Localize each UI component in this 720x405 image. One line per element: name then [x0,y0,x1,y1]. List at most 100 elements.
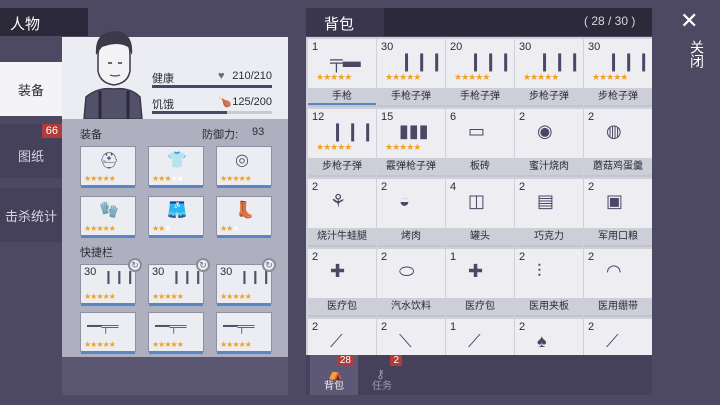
rating-stars: ★★★★★ [523,72,559,82]
defense-label: 防御力: [202,129,239,141]
hunger-bar [152,111,272,114]
inventory-grid: 1 ╤▬ ★★★★★ 手枪 30 ❙❙❙ ★★★★★ 手枪子弹 20 ❙❙❙ ★★★★★ 手枪子弹 30… [306,37,652,355]
refresh-icon[interactable]: ↻ [128,258,142,272]
inventory-title-tab: 背包 [306,8,384,36]
bullets-icon: ❙❙❙ [171,269,204,284]
inventory-slot[interactable]: 2 ◒ 烤肉 [377,179,445,247]
item-quantity: 1 [312,41,319,53]
bandage-icon: ◠ [606,261,622,281]
item-name: 手枪子弹 [446,88,514,105]
inventory-slot[interactable]: 1 ✚ 医疗包 [446,249,514,317]
rating-stars: ★★★★★ [84,292,116,301]
bullets-icon: ❙❙❙ [103,269,136,284]
inventory-slot[interactable]: 2 ◠ 医用绷带 [584,249,652,317]
inventory-slot[interactable]: 4 ◫ 罐头 [446,179,514,247]
equip-slot-legs[interactable]: 🩳 ★★★ [148,196,204,238]
quickbar-weapon-slot[interactable]: ━━╤═ ★★★★★ [80,312,136,354]
inventory-slot[interactable]: 12 ❙❙❙ ★★★★★ 步枪子弹 [308,109,376,177]
item-quantity: 15 [381,111,394,123]
item-quantity: 2 [588,181,595,193]
inventory-slot[interactable]: 2 ◍ 蘑菇鸡蛋羹 [584,109,652,177]
splint-icon: ⫶ [537,261,542,281]
equip-slot-accessory[interactable]: ◎ ★★★★★ [216,146,272,188]
inventory-slot[interactable]: 2 ✚ 医疗包 [308,249,376,317]
quickbar-weapon-slot[interactable]: ━━╤═ ★★★★★ [148,312,204,354]
bullets-icon: ❙❙❙ [606,51,652,71]
health-value: 210/210 [232,70,272,82]
item-quantity: 2 [519,251,526,263]
character-portrait [83,31,143,119]
inventory-slot[interactable]: 15 ▮▮▮ ★★★★★ 霰弹枪子弹 [377,109,445,177]
tab-kill-stats[interactable]: 击杀统计 [0,188,62,242]
rating-stars: ★★★★★ [454,72,490,82]
blueprint-badge: 66 [41,124,62,138]
inventory-slot[interactable]: 2 ◉ 蜜汁烧肉 [515,109,583,177]
inventory-slot[interactable]: 2 ▣ 军用口粮 [584,179,652,247]
ration-icon: ▣ [606,191,624,211]
equip-slot-head[interactable]: ⛑ ★★★★★ [80,146,136,188]
tab-blueprints[interactable]: 66 图纸 [0,124,62,178]
bullets-icon: ❙❙❙ [537,51,583,71]
inventory-slot[interactable]: 2 ⫶ 医用夹板 [515,249,583,317]
item-name: 步枪子弹 [584,88,652,105]
item-quantity: 2 [519,181,526,193]
item-quantity: 2 [519,321,526,333]
rating-stars: ★★★★★ [84,340,116,349]
item-name: 步枪子弹 [308,158,376,175]
item-quantity: 1 [450,321,457,333]
tab-quests[interactable]: 2 ⚷ 任务 [358,355,406,395]
tab-equipment[interactable]: 装备 [0,62,62,116]
inventory-slot[interactable]: 2 ⟋ [308,319,376,355]
tab-equipment-label: 装备 [17,83,44,98]
mushroom-icon: ♠ [537,331,547,351]
hunger-value: 125/200 [232,96,272,108]
quickbar-ammo-slot[interactable]: 30 ❙❙❙ ★★★★★ [80,264,136,306]
bullets-icon: ❙❙❙ [468,51,514,71]
quickbar-ammo-slot[interactable]: 30 ❙❙❙ ★★★★★ [148,264,204,306]
refresh-icon[interactable]: ↻ [262,258,276,272]
inventory-slot[interactable]: 2 ▤ 巧克力 [515,179,583,247]
inventory-slot[interactable]: 30 ❙❙❙ ★★★★★ 步枪子弹 [515,39,583,107]
rating-stars: ★★★★★ [220,292,252,301]
item-quantity: 6 [450,111,457,123]
helmet-icon: ⛑ [99,153,120,170]
equip-slot-hands[interactable]: 🧤 ★★★★★ [80,196,136,238]
inventory-slot[interactable]: 1 ╤▬ ★★★★★ 手枪 [308,39,376,107]
inventory-slot[interactable]: 30 ❙❙❙ ★★★★★ 手枪子弹 [377,39,445,107]
character-title: 人物 [10,16,41,33]
inventory-slot[interactable]: 2 ⟍ [377,319,445,355]
equip-slot-feet[interactable]: 👢 ★★★ [216,196,272,238]
inventory-slot[interactable]: 6 ▭ 板砖 [446,109,514,177]
shorts-icon: 🩳 [167,202,187,219]
pistol-icon: ╤▬ [330,51,361,71]
ammo-count: 30 [220,266,233,278]
ammo-count: 30 [84,266,97,278]
roast-meat-icon: ◉ [537,121,553,141]
inventory-slot[interactable]: 2 ⟋ [584,319,652,355]
tab-backpack[interactable]: 28 ⛺ 背包 [310,355,358,395]
rating-stars: ★★★★★ [592,72,628,82]
quickbar-weapon-slot[interactable]: ━━╤═ ★★★★★ [216,312,272,354]
shells-icon: ▮▮▮ [399,121,429,141]
item-name: 蜜汁烧肉 [515,158,583,175]
item-quantity: 2 [588,321,595,333]
equip-slot-body[interactable]: 👕 ★★★★★ [148,146,204,188]
rating-stars: ★★★★★ [84,224,116,233]
inventory-slot[interactable]: 1 ⟋ [446,319,514,355]
inventory-slot[interactable]: 2 ⚘ 烧汁牛蛙腿 [308,179,376,247]
refresh-icon[interactable]: ↻ [196,258,210,272]
rifle-icon: ━━╤═ [87,319,119,333]
health-bar [152,85,272,88]
soda-icon: ⬭ [399,261,415,281]
rating-stars: ★★★★★ [152,174,184,183]
close-label[interactable]: 关闭 [687,40,707,68]
tube-icon: ⟍ [399,331,412,351]
item-quantity: 2 [381,321,388,333]
inventory-slot[interactable]: 20 ❙❙❙ ★★★★★ 手枪子弹 [446,39,514,107]
backpack-badge: 28 [336,355,354,366]
inventory-slot[interactable]: 2 ⬭ 汽水饮料 [377,249,445,317]
inventory-slot[interactable]: 2 ♠ [515,319,583,355]
close-icon[interactable]: ✕ [680,8,698,34]
inventory-slot[interactable]: 30 ❙❙❙ ★★★★★ 步枪子弹 [584,39,652,107]
inventory-title: 背包 [324,16,355,33]
